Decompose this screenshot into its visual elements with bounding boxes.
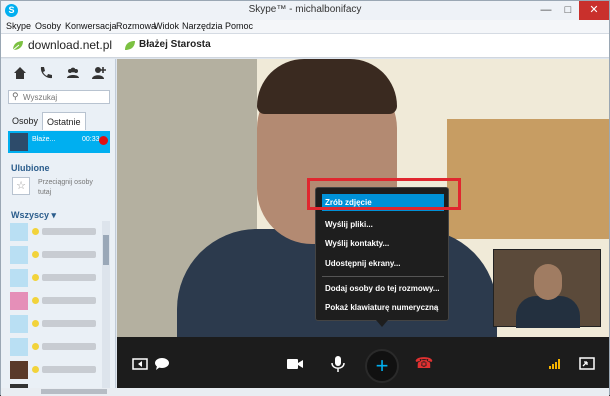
account-name[interactable]: download.net.pl [28, 38, 112, 52]
blurred-name [42, 320, 96, 327]
hang-up-icon[interactable]: ☎ [413, 353, 435, 375]
avatar [10, 223, 28, 241]
call-contact-name: Błażej Starosta [139, 39, 211, 50]
sidebar-nav [1, 59, 116, 87]
tab-ostatnie[interactable]: Ostatnie [42, 112, 86, 130]
favorites-dropzone[interactable]: ☆ Przeciągnij osoby tutaj [8, 174, 104, 206]
contact-list-scrollbar[interactable] [102, 221, 110, 396]
list-item[interactable] [8, 336, 102, 358]
microphone-icon[interactable] [327, 353, 349, 375]
sidebar-toggle-icon[interactable] [129, 353, 151, 375]
menu-divider [322, 276, 444, 277]
call-duration: 00:33 [82, 136, 100, 143]
blurred-name [42, 297, 96, 304]
menu-narzedzia[interactable]: Narzędzia [182, 21, 223, 31]
search-icon: ⚲ [12, 91, 19, 101]
menu-skype[interactable]: Skype [6, 21, 31, 31]
self-view-face [534, 264, 562, 300]
menu-rozmowa[interactable]: Rozmowa [116, 21, 156, 31]
status-leaf-icon[interactable] [11, 40, 25, 52]
menu-item-send-files[interactable]: Wyślij pliki... [322, 216, 444, 233]
all-contacts-title[interactable]: Wszyscy ▾ [11, 210, 56, 221]
status-icon [32, 297, 39, 304]
scrollbar-thumb[interactable] [103, 235, 109, 265]
header-bar: download.net.pl Błażej Starosta [1, 34, 609, 58]
list-item[interactable] [8, 290, 102, 312]
add-icon[interactable]: + [365, 349, 399, 383]
avatar [10, 246, 28, 264]
menu-item-add-people[interactable]: Dodaj osoby do tej rozmowy... [322, 280, 444, 297]
signal-icon [549, 359, 563, 369]
blurred-name [42, 274, 96, 281]
recent-call-item[interactable]: Błaże... 00:33 [8, 131, 110, 153]
list-item[interactable] [8, 221, 102, 243]
menu-item-show-dialpad[interactable]: Pokaż klawiaturę numeryczną [322, 299, 444, 316]
contact-status-icon [125, 41, 135, 50]
maximize-button[interactable]: □ [557, 1, 579, 20]
minimize-button[interactable]: — [535, 1, 557, 20]
menu-pointer [376, 320, 388, 327]
annotation-highlight-box [307, 178, 461, 210]
menu-item-send-contacts[interactable]: Wyślij kontakty... [322, 235, 444, 252]
menu-item-share-screen[interactable]: Udostępnij ekrany... [322, 255, 444, 272]
avatar [10, 292, 28, 310]
status-icon [32, 251, 39, 258]
list-item[interactable] [8, 267, 102, 289]
list-item[interactable] [8, 313, 102, 335]
avatar [10, 361, 28, 379]
star-icon: ☆ [12, 177, 30, 195]
close-button[interactable]: ✕ [579, 1, 609, 20]
phone-icon[interactable] [38, 65, 54, 81]
home-icon[interactable] [12, 65, 28, 81]
call-active-icon [99, 136, 108, 145]
status-icon [32, 274, 39, 281]
menu-konwersacja[interactable]: Konwersacja [65, 21, 117, 31]
status-icon [32, 228, 39, 235]
contact-tabs: Osoby Ostatnie [8, 112, 110, 130]
remote-person-hair [257, 59, 397, 114]
video-background-shelf [447, 119, 609, 239]
blurred-name [42, 251, 96, 258]
contact-list [8, 221, 102, 396]
skype-window: S Skype™ - michalbonifacy — □ ✕ Skype Os… [0, 0, 610, 396]
tab-osoby[interactable]: Osoby [8, 112, 42, 130]
status-icon [32, 366, 39, 373]
status-icon [32, 320, 39, 327]
chat-icon[interactable] [151, 353, 173, 375]
blurred-name [42, 343, 96, 350]
avatar [10, 269, 28, 287]
menu-osoby[interactable]: Osoby [35, 21, 61, 31]
fullscreen-icon[interactable] [576, 353, 598, 375]
search-input[interactable] [23, 92, 107, 103]
video-icon[interactable] [284, 353, 306, 375]
avatar [10, 315, 28, 333]
favorites-hint: Przeciągnij osoby tutaj [38, 179, 93, 196]
list-item[interactable] [8, 359, 102, 381]
menu-bar: Skype Osoby Konwersacja Rozmowa Widok Na… [1, 20, 609, 34]
self-view-body [516, 296, 580, 328]
blurred-name [42, 366, 96, 373]
self-view-preview[interactable] [493, 249, 601, 328]
menu-widok[interactable]: Widok [154, 21, 179, 31]
blurred-name [42, 228, 96, 235]
status-icon [32, 343, 39, 350]
list-item[interactable] [8, 244, 102, 266]
search-box[interactable]: ⚲ [8, 90, 110, 104]
avatar [10, 133, 28, 151]
favorites-title: Ulubione [11, 163, 50, 173]
avatar [10, 338, 28, 356]
window-title: Skype™ - michalbonifacy [248, 4, 362, 15]
add-contact-icon[interactable] [91, 65, 107, 81]
blurred-text [41, 389, 107, 394]
menu-pomoc[interactable]: Pomoc [225, 21, 253, 31]
all-contacts-label: Wszyscy [11, 210, 50, 220]
title-bar: S Skype™ - michalbonifacy — □ ✕ [1, 1, 609, 20]
group-icon[interactable] [65, 65, 81, 81]
sidebar: ⚲ Osoby Ostatnie Błaże... 00:33 Ulubione… [1, 59, 116, 396]
recent-contact-name: Błaże... [32, 136, 56, 143]
